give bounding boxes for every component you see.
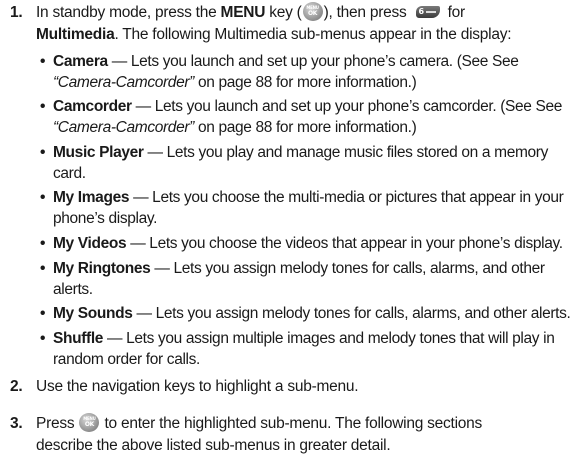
step-text: Use the navigation keys to highlight a s… xyxy=(36,378,359,395)
multimedia-6-key-icon xyxy=(415,6,440,18)
submenu-desc: — Lets you choose the videos that appear… xyxy=(126,235,563,252)
submenu-name: My Videos xyxy=(53,235,127,252)
submenu-desc: card. xyxy=(53,165,86,182)
submenu-desc: on page 88 for more information.) xyxy=(193,119,417,136)
submenu-name: Camera xyxy=(53,53,108,70)
bullet-marker: • xyxy=(40,144,46,161)
submenu-text: Music Player — Lets you play and manage … xyxy=(53,142,585,184)
cross-reference: “Camera-Camcorder” xyxy=(53,119,194,136)
submenu-text: My Sounds — Lets you assign melody tones… xyxy=(53,303,585,324)
cross-reference: “Camera-Camcorder” xyxy=(53,74,194,91)
submenu-desc: — Lets you assign multiple images and me… xyxy=(103,330,555,347)
submenu-desc: — Lets you choose the multi-media or pic… xyxy=(129,189,564,206)
step-text-segment: In standby mode, press the xyxy=(36,4,221,21)
submenu-text: Shuffle — Lets you assign multiple image… xyxy=(53,328,585,370)
step-number: 3. xyxy=(10,415,23,432)
submenu-desc: — Lets you assign melody tones for calls… xyxy=(132,305,571,322)
submenu-name: Music Player xyxy=(53,144,144,161)
submenu-name: My Images xyxy=(53,189,130,206)
submenu-desc: phone’s display. xyxy=(53,210,158,227)
bullet-marker: • xyxy=(40,260,46,277)
submenu-desc: — Lets you launch and set up your phone’… xyxy=(107,53,519,70)
multimedia-label: Multimedia xyxy=(36,26,115,43)
step-text-segment: . The following Multimedia sub-menus app… xyxy=(114,26,512,43)
step-text-segment: Press xyxy=(36,415,79,432)
submenu-name: My Sounds xyxy=(53,305,133,322)
menu-ok-key-icon xyxy=(302,2,323,21)
manual-page: 1. In standby mode, press the MENU key (… xyxy=(0,0,587,464)
submenu-text: My Images — Lets you choose the multi-me… xyxy=(53,187,585,229)
menu-key-label: MENU xyxy=(220,4,266,21)
submenu-desc: — Lets you launch and set up your phone’… xyxy=(131,98,563,115)
submenu-text: Camera — Lets you launch and set up your… xyxy=(53,51,585,93)
step-number: 1. xyxy=(10,4,23,21)
bullet-marker: • xyxy=(40,98,46,115)
submenu-text: My Ringtones — Lets you assign melody to… xyxy=(53,258,585,300)
submenu-name: Shuffle xyxy=(53,330,104,347)
step-number: 2. xyxy=(10,378,23,395)
submenu-text: My Videos — Lets you choose the videos t… xyxy=(53,233,585,254)
submenu-desc: — Lets you play and manage music files s… xyxy=(143,144,549,161)
step-text-segment: for xyxy=(443,4,466,21)
submenu-desc: alerts. xyxy=(53,281,93,298)
step-text-segment: to enter the highlighted sub-menu. The f… xyxy=(100,415,483,432)
bullet-marker: • xyxy=(40,189,46,206)
submenu-text: Camcorder — Lets you launch and set up y… xyxy=(53,96,585,138)
submenu-name: My Ringtones xyxy=(53,260,151,277)
step-text: In standby mode, press the MENU key ( ), … xyxy=(36,2,582,46)
menu-ok-key-icon xyxy=(79,413,100,432)
step-text-segment: ), then press xyxy=(323,4,411,21)
bullet-marker: • xyxy=(40,235,46,252)
step-text-segment: describe the above listed sub-menus in g… xyxy=(36,437,391,454)
step-text-segment: key ( xyxy=(265,4,302,21)
bullet-marker: • xyxy=(40,330,46,347)
submenu-desc: random order for calls. xyxy=(53,351,201,368)
bullet-marker: • xyxy=(40,53,46,70)
submenu-desc: on page 88 for more information.) xyxy=(193,74,417,91)
bullet-marker: • xyxy=(40,305,46,322)
step-text: Press to enter the highlighted sub-menu.… xyxy=(36,413,582,457)
submenu-name: Camcorder xyxy=(53,98,132,115)
submenu-desc: — Lets you assign melody tones for calls… xyxy=(150,260,545,277)
